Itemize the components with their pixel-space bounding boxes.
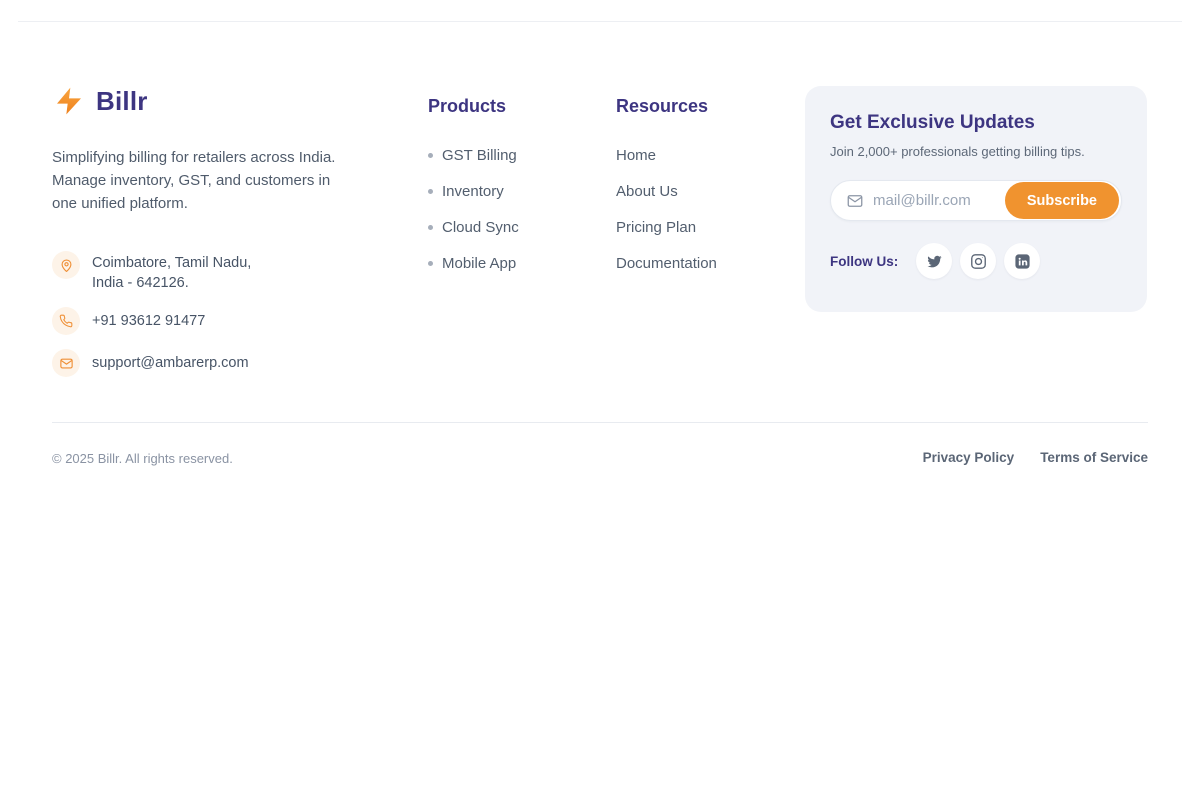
bullet-icon — [428, 225, 433, 230]
bullet-icon — [428, 153, 433, 158]
resources-column: Resources Home About Us Pricing Plan Doc… — [616, 96, 717, 291]
brand-name: Billr — [96, 86, 148, 117]
instagram-icon[interactable] — [960, 243, 996, 279]
follow-row: Follow Us: — [830, 243, 1122, 279]
newsletter-title: Get Exclusive Updates — [830, 112, 1122, 134]
copyright-text: © 2025 Billr. All rights reserved. — [52, 451, 233, 466]
footer-page: Billr Simplifying billing for retailers … — [0, 0, 1200, 800]
subscribe-button[interactable]: Subscribe — [1005, 182, 1119, 219]
follow-us-label: Follow Us: — [830, 254, 898, 269]
resource-link-label[interactable]: Documentation — [616, 255, 717, 272]
resource-link-pricing-plan[interactable]: Pricing Plan — [616, 219, 717, 236]
privacy-policy-link[interactable]: Privacy Policy — [923, 450, 1015, 465]
newsletter-form: Subscribe — [830, 180, 1122, 221]
resource-link-label[interactable]: Home — [616, 147, 656, 164]
resources-list: Home About Us Pricing Plan Documentation — [616, 147, 717, 272]
resource-link-documentation[interactable]: Documentation — [616, 255, 717, 272]
product-link-label[interactable]: GST Billing — [442, 147, 517, 164]
products-title: Products — [428, 96, 519, 117]
bullet-icon — [428, 189, 433, 194]
email-icon — [52, 349, 80, 377]
products-column: Products GST Billing Inventory Cloud Syn… — [428, 96, 519, 291]
twitter-icon[interactable] — [916, 243, 952, 279]
product-link-inventory[interactable]: Inventory — [428, 183, 519, 200]
product-link-mobile-app[interactable]: Mobile App — [428, 255, 519, 272]
product-link-label[interactable]: Cloud Sync — [442, 219, 519, 236]
product-link-label[interactable]: Inventory — [442, 183, 504, 200]
address-text: Coimbatore, Tamil Nadu, India - 642126. — [92, 251, 251, 293]
terms-of-service-link[interactable]: Terms of Service — [1040, 450, 1148, 465]
resource-link-home[interactable]: Home — [616, 147, 717, 164]
bullet-icon — [428, 261, 433, 266]
location-pin-icon — [52, 251, 80, 279]
resource-link-label[interactable]: About Us — [616, 183, 678, 200]
phone-text: +91 93612 91477 — [92, 311, 205, 331]
lightning-bolt-icon — [52, 84, 86, 118]
newsletter-subtitle: Join 2,000+ professionals getting billin… — [830, 144, 1122, 159]
product-link-gst-billing[interactable]: GST Billing — [428, 147, 519, 164]
email-text: support@ambarerp.com — [92, 353, 249, 373]
top-divider — [18, 21, 1182, 22]
resources-title: Resources — [616, 96, 717, 117]
mail-icon — [846, 192, 864, 210]
brand-logo: Billr — [52, 82, 382, 120]
brand-tagline: Simplifying billing for retailers across… — [52, 146, 382, 215]
products-list: GST Billing Inventory Cloud Sync Mobile … — [428, 147, 519, 272]
bottom-divider — [52, 422, 1148, 423]
brand-column: Billr Simplifying billing for retailers … — [52, 82, 382, 391]
newsletter-card: Get Exclusive Updates Join 2,000+ profes… — [805, 86, 1147, 312]
contact-email[interactable]: support@ambarerp.com — [52, 349, 382, 377]
contact-list: Coimbatore, Tamil Nadu, India - 642126. … — [52, 251, 382, 377]
product-link-label[interactable]: Mobile App — [442, 255, 516, 272]
email-input[interactable] — [873, 192, 1005, 209]
contact-phone[interactable]: +91 93612 91477 — [52, 307, 382, 335]
resource-link-label[interactable]: Pricing Plan — [616, 219, 696, 236]
linkedin-icon[interactable] — [1004, 243, 1040, 279]
contact-address: Coimbatore, Tamil Nadu, India - 642126. — [52, 251, 382, 293]
product-link-cloud-sync[interactable]: Cloud Sync — [428, 219, 519, 236]
bottom-links: Privacy Policy Terms of Service — [923, 450, 1148, 465]
resource-link-about-us[interactable]: About Us — [616, 183, 717, 200]
phone-icon — [52, 307, 80, 335]
